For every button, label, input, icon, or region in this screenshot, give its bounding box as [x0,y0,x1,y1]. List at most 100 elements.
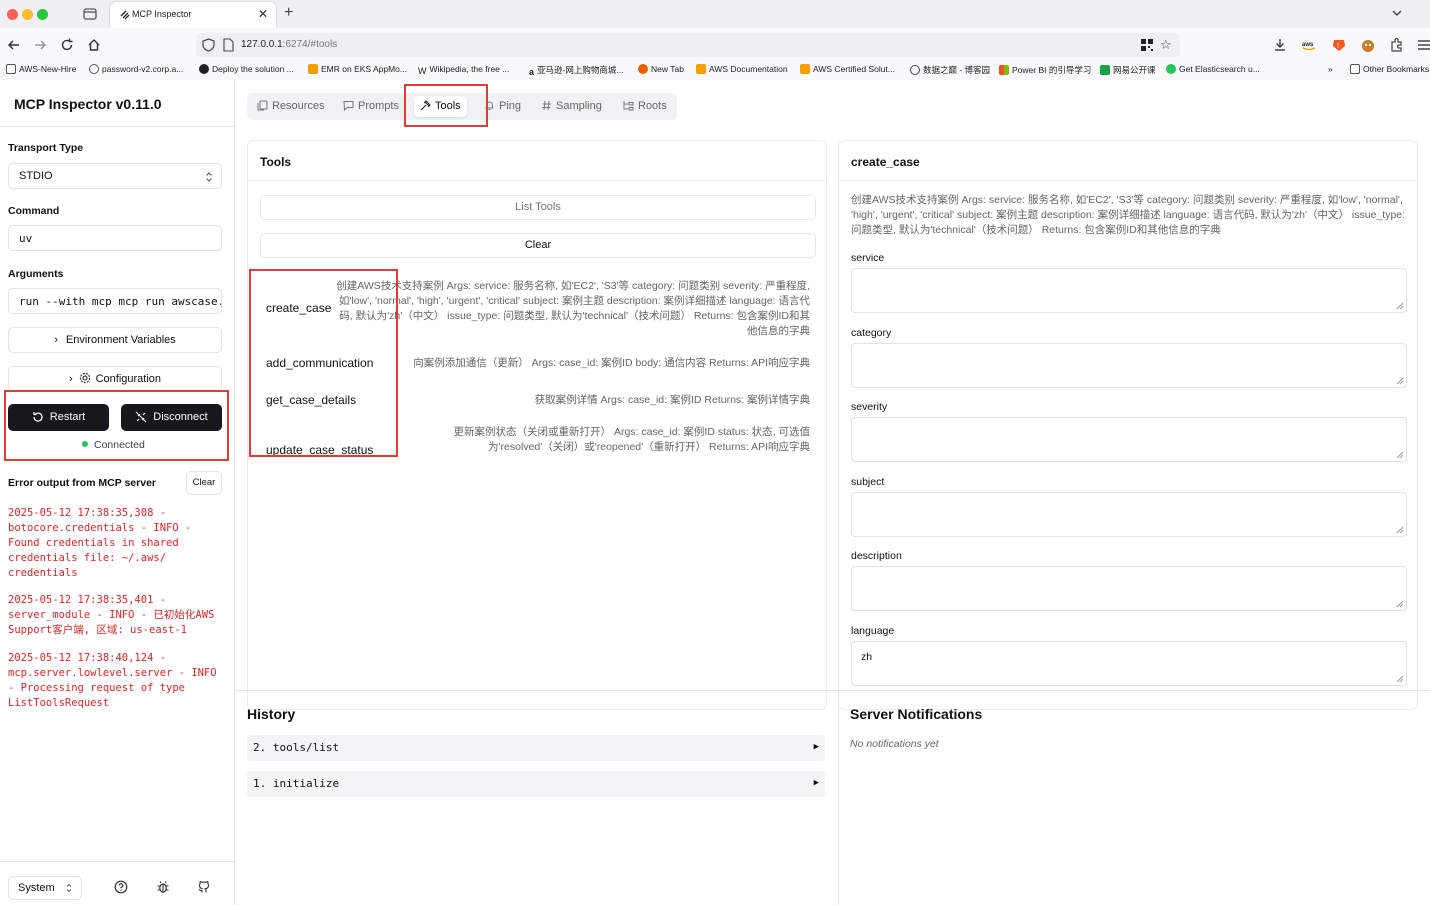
tab-resources[interactable]: Resources [251,96,331,117]
home-icon[interactable] [86,37,102,53]
tool-description: 向案例添加通信（更新） Args: case_id: 案例ID body: 通信… [413,357,810,369]
expand-arrow-icon[interactable]: ▶ [814,778,819,788]
tab-roots[interactable]: Roots [617,96,673,117]
help-circle-icon[interactable] [114,880,128,894]
transport-type-select[interactable]: STDIO [8,163,222,189]
tab-label: Ping [499,100,522,112]
history-item[interactable]: 1. initialize ▶ [247,771,825,797]
github-icon[interactable] [197,880,211,894]
field-label-language: language [851,625,895,637]
expand-arrow-icon[interactable]: ▶ [814,742,819,752]
tool-description: 更新案例状态（关闭或重新打开） Args: case_id: 案例ID stat… [453,426,810,453]
tab-label: Prompts [358,100,399,112]
bookmark-item[interactable]: W Wikipedia, the free ... [418,64,509,76]
download-icon[interactable] [1272,37,1288,53]
tab-label: Roots [638,100,667,112]
back-arrow-icon[interactable] [6,37,22,53]
tool-description: 创建AWS技术支持案例 Args: service: 服务名称, 如'EC2',… [336,280,810,337]
svg-text:aws: aws [1302,42,1314,48]
subject-input[interactable] [851,492,1407,537]
tool-description: 获取案例详情 Args: case_id: 案例ID Returns: 案例详情… [534,394,810,406]
brave-extension-icon[interactable]: ! [1331,37,1347,53]
qr-code-icon[interactable] [1141,39,1153,51]
svg-text:!: ! [1337,43,1339,50]
clear-tools-button[interactable]: Clear [260,233,816,258]
bookmark-item[interactable]: AWS-New-Hire [6,64,76,74]
message-square-icon [343,101,354,112]
bookmark-item[interactable]: Get Elasticsearch u... [1166,64,1260,74]
bookmark-item[interactable]: 网易公开课 [1100,64,1156,76]
clear-errors-button[interactable]: Clear [186,471,222,495]
browser-tab-active[interactable]: MCP Inspector ✕ [110,2,276,28]
amazon-extension-icon[interactable]: aws [1301,37,1317,53]
resize-grip-icon[interactable] [1396,451,1404,459]
restart-button[interactable]: Restart [8,404,109,431]
menu-hamburger-icon[interactable] [1416,37,1430,53]
history-item-label: 2. tools/list [253,741,340,754]
resize-grip-icon[interactable] [1396,675,1404,683]
chevron-down-icon[interactable] [1390,6,1404,20]
url-bar[interactable]: 127.0.0.1:6274/#tools ☆ [196,33,1180,57]
severity-input[interactable] [851,417,1407,462]
disconnect-button[interactable]: Disconnect [121,404,222,431]
history-item[interactable]: 2. tools/list ▶ [247,735,825,761]
maximize-window-button[interactable] [37,9,48,20]
bell-icon [485,101,494,110]
theme-select[interactable]: System [8,876,82,900]
bookmark-item[interactable]: New Tab [638,64,684,74]
description-input[interactable] [851,566,1407,611]
tab-tools[interactable]: Tools [414,96,467,117]
arguments-input[interactable]: run --with mcp mcp run awscase. [8,288,222,314]
bookmark-item[interactable]: password-v2.corp.a... [89,64,183,74]
bookmark-item[interactable]: EMR on EKS AppMo... [308,64,407,74]
bookmark-item[interactable]: a 亚马逊-网上购物商城... [529,64,623,77]
close-tab-icon[interactable]: ✕ [258,7,268,21]
new-tab-button[interactable]: + [284,4,293,22]
tab-label: Sampling [556,100,602,112]
tab-prompts[interactable]: Prompts [337,96,405,117]
tool-item-create-case[interactable]: create_case 创建AWS技术支持案例 Args: service: 服… [256,277,818,341]
theme-value: System [18,882,55,894]
resize-grip-icon[interactable] [1396,302,1404,310]
unplug-icon [135,411,147,423]
tampermonkey-extension-icon[interactable] [1360,37,1376,53]
bookmark-item[interactable]: AWS Certified Solut... [800,64,895,74]
tool-item-get-case-details[interactable]: get_case_details 获取案例详情 Args: case_id: 案… [256,383,818,413]
bookmark-item[interactable]: AWS Documentation [696,64,788,74]
bookmarks-bar: AWS-New-Hire password-v2.corp.a... Deplo… [0,62,1430,80]
disconnect-label: Disconnect [153,411,208,423]
tab-ping[interactable]: Ping [478,96,527,117]
rotate-icon [33,412,43,422]
shield-icon[interactable] [202,38,215,52]
bookmark-item[interactable]: 数据之巅 - 博客园 [910,64,990,76]
extensions-puzzle-icon[interactable] [1389,37,1405,53]
bookmark-item[interactable]: Deploy the solution ... [199,64,294,74]
command-input[interactable]: uv [8,225,222,251]
files-icon [257,100,268,111]
tab-sampling[interactable]: Sampling [535,96,608,117]
tool-item-add-communication[interactable]: add_communication 向案例添加通信（更新） Args: case… [256,346,818,376]
category-input[interactable] [851,343,1407,388]
resize-grip-icon[interactable] [1396,600,1404,608]
close-window-button[interactable] [7,9,18,20]
environment-variables-button[interactable]: › Environment Variables [8,327,222,353]
browser-tab-title: MCP Inspector [132,9,192,19]
list-tools-button[interactable]: List Tools [260,195,816,220]
tab-list-icon[interactable] [82,6,98,22]
service-input[interactable] [851,268,1407,313]
resize-grip-icon[interactable] [1396,526,1404,534]
tool-item-update-case-status[interactable]: update_case_status 更新案例状态（关闭或重新打开） Args:… [256,419,818,467]
other-bookmarks[interactable]: Other Bookmarks [1350,64,1429,74]
bookmark-star-icon[interactable]: ☆ [1160,37,1172,53]
bug-icon[interactable] [156,880,170,894]
language-input[interactable]: zh [851,641,1407,686]
minimize-window-button[interactable] [22,9,33,20]
configuration-button[interactable]: › Configuration [8,366,222,392]
resize-grip-icon[interactable] [1396,377,1404,385]
bookmarks-overflow-icon[interactable]: » [1328,64,1333,74]
bookmark-item[interactable]: Power BI 的引导学习 [999,64,1091,76]
reload-icon[interactable] [59,37,75,53]
forward-arrow-icon[interactable] [32,37,48,53]
panel-divider[interactable] [235,690,1430,691]
chevron-up-down-icon [206,172,212,182]
